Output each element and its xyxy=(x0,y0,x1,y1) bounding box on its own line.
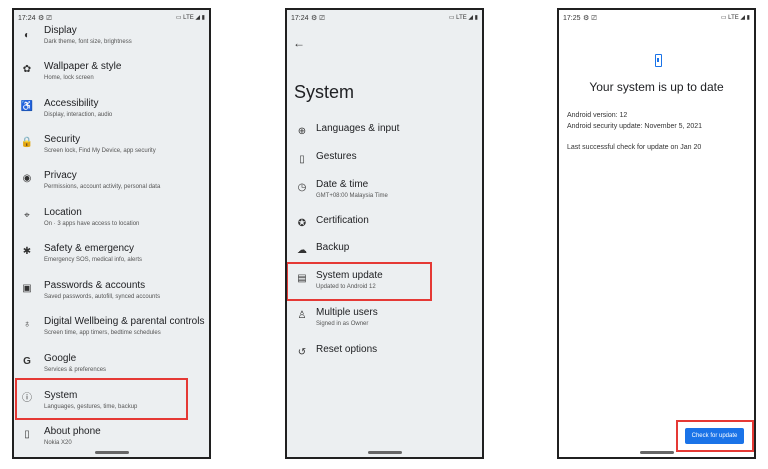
certificate-icon: ✪ xyxy=(297,218,307,229)
android-version: Android version: 12 xyxy=(567,112,628,119)
last-check-text: Last successful check for update on Jan … xyxy=(567,144,702,151)
item-subtitle: Signed in as Owner xyxy=(316,321,369,327)
nav-handle[interactable] xyxy=(639,451,674,454)
settings-item-safety[interactable]: ✱ Safety & emergency Emergency SOS, medi… xyxy=(14,243,209,277)
status-right-icons: ▭ LTE ◢ ▮ xyxy=(175,15,205,21)
item-title: Passwords & accounts xyxy=(44,280,146,291)
item-title: Privacy xyxy=(44,170,77,181)
settings-item-accessibility[interactable]: ♿ Accessibility Display, interaction, au… xyxy=(14,98,209,132)
item-subtitle: Nokia X20 xyxy=(44,440,72,446)
highlight-system-update xyxy=(287,262,432,301)
settings-item-passwords[interactable]: ▣ Passwords & accounts Saved passwords, … xyxy=(14,280,209,314)
item-subtitle: Services & preferences xyxy=(44,367,107,373)
page-title: System xyxy=(294,82,355,102)
item-subtitle: Screen lock, Find My Device, app securit… xyxy=(44,148,156,154)
accessibility-icon: ♿ xyxy=(20,101,34,112)
highlight-check-button xyxy=(676,420,754,452)
settings-item-about-phone[interactable]: ▯ About phone Nokia X20 xyxy=(14,426,209,457)
system-update-phone-icon xyxy=(655,54,662,67)
status-time: 17:24 xyxy=(18,15,36,22)
item-subtitle: GMT+08:00 Malaysia Time xyxy=(316,193,388,199)
clock-icon: ◷ xyxy=(297,182,307,193)
status-left-icons: ⚙ ⎚ xyxy=(583,15,597,22)
item-title: Digital Wellbeing & parental controls xyxy=(44,316,205,327)
item-title: Backup xyxy=(316,242,350,253)
item-subtitle: On · 3 apps have access to location xyxy=(44,221,140,227)
back-arrow-icon[interactable]: ← xyxy=(293,36,305,50)
status-right-icons: ▭ LTE ◢ ▮ xyxy=(448,15,478,21)
item-title: Reset options xyxy=(316,344,378,355)
item-subtitle: Screen time, app timers, bedtime schedul… xyxy=(44,330,161,336)
item-subtitle: Saved passwords, autofill, synced accoun… xyxy=(44,294,161,300)
highlight-system xyxy=(15,378,188,420)
display-icon: ◐ xyxy=(23,30,31,41)
status-left-icons: ⚙ ⎚ xyxy=(311,15,325,22)
item-title: Gestures xyxy=(316,151,357,162)
palette-icon: ✿ xyxy=(22,64,32,75)
system-item-reset-options[interactable]: ↺ Reset options xyxy=(287,344,482,378)
item-title: Wallpaper & style xyxy=(44,61,122,72)
settings-item-wallpaper[interactable]: ✿ Wallpaper & style Home, lock screen xyxy=(14,61,209,95)
status-left-icons: ⚙ ⎚ xyxy=(38,15,52,22)
location-pin-icon: ⌖ xyxy=(24,210,30,221)
status-time: 17:25 xyxy=(563,15,581,22)
settings-item-privacy[interactable]: ◉ Privacy Permissions, account activity,… xyxy=(14,170,209,204)
settings-item-display[interactable]: ◐ Display Dark theme, font size, brightn… xyxy=(14,25,209,61)
item-subtitle: Home, lock screen xyxy=(44,75,94,81)
system-phone: 17:24 ⚙ ⎚ ▭ LTE ◢ ▮ ← System ⊕ Languages… xyxy=(285,8,484,459)
status-bar: 17:24 ⚙ ⎚ ▭ LTE ◢ ▮ xyxy=(287,10,482,28)
wellbeing-icon: ♁ xyxy=(23,319,31,330)
item-subtitle: Permissions, account activity, personal … xyxy=(44,184,161,190)
system-item-multiple-users[interactable]: ♙ Multiple users Signed in as Owner xyxy=(287,307,482,341)
settings-phone: 17:24 ⚙ ⎚ ▭ LTE ◢ ▮ ◐ Display Dark theme… xyxy=(12,8,211,459)
item-title: Languages & input xyxy=(316,123,400,134)
status-time: 17:24 xyxy=(291,15,309,22)
system-update-phone: 17:25 ⚙ ⎚ ▭ LTE ◢ ▮ Your system is up to… xyxy=(557,8,756,459)
cloud-icon: ☁ xyxy=(297,245,307,256)
phone-icon: ▯ xyxy=(24,429,30,440)
settings-item-digital-wellbeing[interactable]: ♁ Digital Wellbeing & parental controls … xyxy=(14,316,209,350)
lock-icon: 🔒 xyxy=(20,137,34,148)
status-right-icons: ▭ LTE ◢ ▮ xyxy=(720,15,750,21)
system-item-date-time[interactable]: ◷ Date & time GMT+08:00 Malaysia Time xyxy=(287,179,482,213)
update-status-title: Your system is up to date xyxy=(589,80,724,94)
gesture-phone-icon: ▯ xyxy=(299,154,305,165)
globe-icon: ⊕ xyxy=(297,126,307,137)
item-title: Accessibility xyxy=(44,98,99,109)
google-icon: G xyxy=(23,356,31,367)
privacy-icon: ◉ xyxy=(22,173,32,184)
account-box-icon: ▣ xyxy=(22,283,32,294)
settings-item-location[interactable]: ⌖ Location On · 3 apps have access to lo… xyxy=(14,207,209,241)
item-title: Date & time xyxy=(316,179,369,190)
item-subtitle: Display, interaction, audio xyxy=(44,112,113,118)
item-subtitle: Emergency SOS, medical info, alerts xyxy=(44,257,143,263)
settings-item-security[interactable]: 🔒 Security Screen lock, Find My Device, … xyxy=(14,134,209,168)
security-update-date: Android security update: November 5, 202… xyxy=(567,123,703,130)
item-title: Multiple users xyxy=(316,307,378,318)
item-title: Location xyxy=(44,207,82,218)
item-title: About phone xyxy=(44,426,101,437)
item-subtitle: Dark theme, font size, brightness xyxy=(44,39,132,45)
emergency-icon: ✱ xyxy=(22,246,32,257)
nav-handle[interactable] xyxy=(94,451,129,454)
item-title: Security xyxy=(44,134,81,145)
status-bar: 17:25 ⚙ ⎚ ▭ LTE ◢ ▮ xyxy=(559,10,754,28)
user-icon: ♙ xyxy=(297,310,307,321)
item-title: Safety & emergency xyxy=(44,243,135,254)
item-title: Display xyxy=(44,25,77,36)
item-title: Google xyxy=(44,353,77,364)
item-title: Certification xyxy=(316,215,369,226)
nav-handle[interactable] xyxy=(367,451,402,454)
reset-icon: ↺ xyxy=(297,347,307,358)
